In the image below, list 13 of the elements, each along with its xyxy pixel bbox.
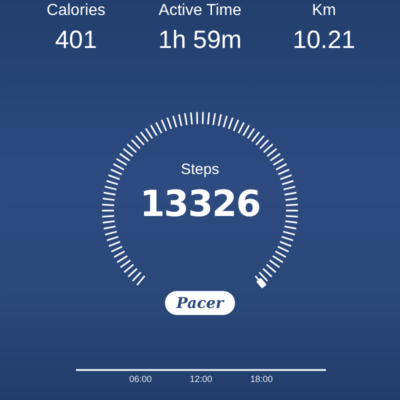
axis-tick-label: 18:00	[250, 374, 273, 384]
axis-tick-label: 12:00	[190, 374, 212, 384]
gauge-label: Steps	[180, 161, 220, 178]
step-count: 13326	[138, 184, 262, 225]
stat-value: 10.21	[292, 26, 356, 54]
stat-label: Km	[312, 2, 336, 20]
axis-tick-label: 06:00	[129, 374, 152, 384]
stat-value: 401	[55, 26, 97, 54]
stat-label: Calories	[46, 2, 106, 20]
progress-marker-icon	[256, 278, 267, 289]
stat-label: Active Time	[158, 2, 242, 20]
brand-logo: Pacer	[165, 291, 235, 315]
stat-value: 1h 59m	[158, 26, 242, 54]
